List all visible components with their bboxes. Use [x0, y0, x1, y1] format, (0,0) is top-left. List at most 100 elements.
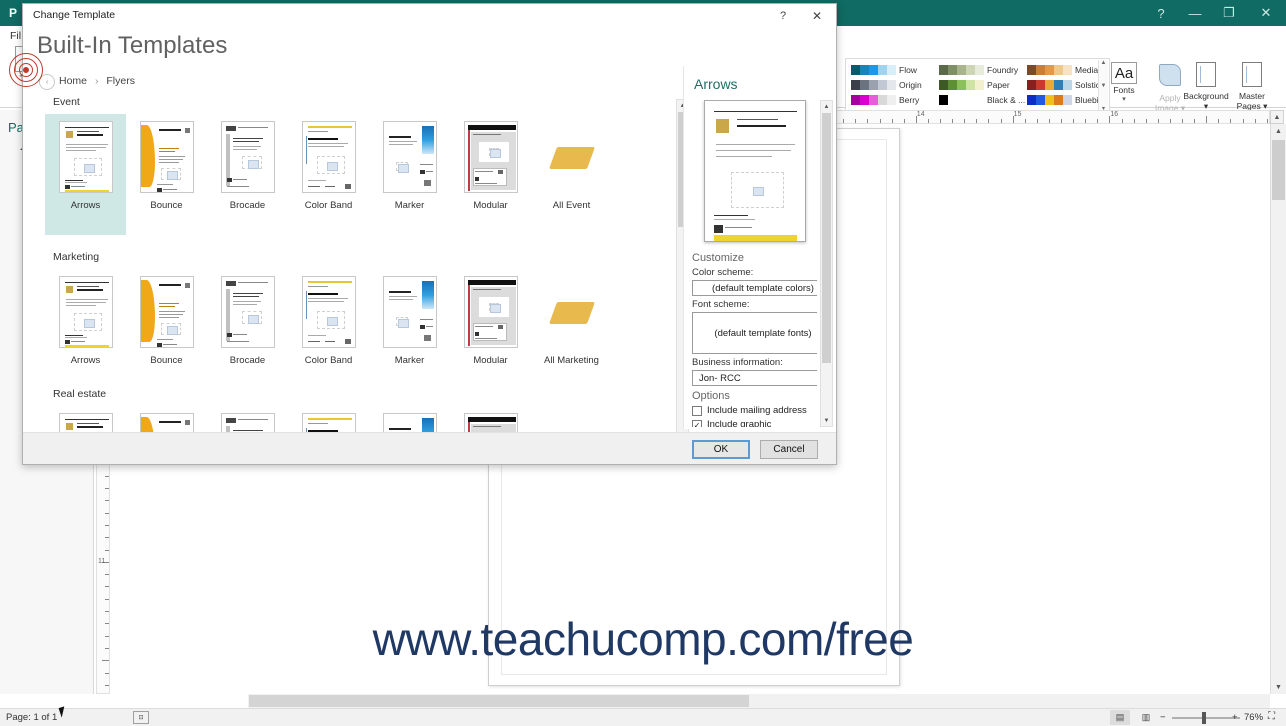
- template-tile[interactable]: Brocade: [207, 114, 288, 235]
- preview-scroll-thumb[interactable]: [822, 113, 831, 363]
- scheme-item[interactable]: Foundry: [937, 64, 1025, 75]
- breadcrumb-home[interactable]: Home: [59, 75, 87, 87]
- options-section-label: Options: [692, 390, 730, 402]
- include-mailing-address-label: Include mailing address: [707, 405, 807, 416]
- folder-icon: [548, 147, 595, 169]
- minimize-icon[interactable]: —: [1178, 0, 1212, 26]
- template-tile[interactable]: Marker: [369, 114, 450, 235]
- business-information-select[interactable]: Jon- RCC ⌄: [692, 370, 817, 386]
- ok-button[interactable]: OK: [692, 440, 750, 459]
- zoom-out-button[interactable]: −: [1160, 712, 1166, 723]
- scheme-name: Berry: [899, 94, 920, 105]
- scroll-up-icon[interactable]: ▲: [1271, 124, 1286, 138]
- checkbox-box-checked: ✓: [692, 419, 702, 427]
- scheme-swatch: [1027, 79, 1072, 90]
- scheme-name: Flow: [899, 64, 917, 75]
- zoom-slider-thumb[interactable]: [1202, 712, 1206, 724]
- zoom-slider-track[interactable]: [1172, 717, 1240, 719]
- scheme-gallery[interactable]: Flow Foundry Median Origin Paper Solstice Berr…: [845, 58, 1110, 114]
- preview-title: Arrows: [694, 76, 738, 92]
- preview-scroll-up-icon[interactable]: ▲: [821, 101, 832, 112]
- scheme-item[interactable]: Berry: [849, 94, 937, 105]
- view-master-button[interactable]: ▥: [1136, 710, 1156, 725]
- dialog-title-bar: Change Template ? ✕: [23, 4, 836, 26]
- scheme-item[interactable]: Black & ...: [937, 94, 1025, 105]
- zoom-in-button[interactable]: +: [1232, 712, 1238, 723]
- color-scheme-value: (default template colors): [712, 282, 814, 294]
- scheme-scroll-down-icon[interactable]: ▼: [1101, 83, 1107, 89]
- template-thumbnail: [382, 276, 437, 348]
- color-scheme-select[interactable]: (default template colors) ⌄: [692, 280, 817, 296]
- fonts-button[interactable]: Aa Fonts ▾: [1108, 62, 1140, 103]
- scheme-scroll-up-icon[interactable]: ▲: [1101, 60, 1107, 66]
- scroll-down-icon[interactable]: ▼: [1271, 680, 1286, 694]
- fonts-icon: Aa: [1111, 62, 1137, 84]
- template-tile[interactable]: Arrows: [45, 114, 126, 235]
- scheme-item[interactable]: Paper: [937, 79, 1025, 90]
- template-tile[interactable]: Bounce: [126, 114, 207, 235]
- template-thumbnail: [58, 276, 113, 348]
- template-tile-label: Brocade: [229, 355, 266, 366]
- object-position-icon[interactable]: ⊡: [133, 711, 149, 724]
- cancel-button[interactable]: Cancel: [760, 440, 818, 459]
- horizontal-scroll-thumb[interactable]: [249, 695, 749, 707]
- template-tile[interactable]: Marker: [369, 269, 450, 372]
- view-normal-button[interactable]: ▤: [1110, 710, 1130, 725]
- background-label: Background ▾: [1183, 91, 1229, 111]
- restore-icon[interactable]: ❐: [1212, 0, 1246, 26]
- scheme-row: Berry Black & ... Bluebird: [849, 92, 1113, 107]
- ruler-scroll-up-icon[interactable]: ▲: [1270, 110, 1284, 124]
- template-tile-label: Arrows: [70, 355, 101, 366]
- fit-page-icon[interactable]: ⛶: [1268, 711, 1275, 722]
- scheme-swatch: [939, 79, 984, 90]
- dialog-help-icon[interactable]: ?: [770, 7, 796, 25]
- template-tile[interactable]: Arrows: [45, 269, 126, 372]
- business-information-value: Jon- RCC: [699, 372, 741, 384]
- dialog-heading: Built-In Templates: [37, 32, 228, 59]
- master-pages-button[interactable]: Master Pages ▾: [1226, 62, 1278, 112]
- scheme-row: Flow Foundry Median: [849, 62, 1113, 77]
- dialog-close-icon[interactable]: ✕: [804, 7, 830, 25]
- preview-scroll-down-icon[interactable]: ▼: [821, 415, 832, 426]
- template-thumbnail: [545, 276, 599, 348]
- template-thumbnail: [463, 276, 518, 348]
- template-tile-label: Bounce: [150, 355, 183, 366]
- include-graphic-label: Include graphic: [707, 419, 772, 427]
- scheme-swatch: [1027, 64, 1072, 75]
- background-icon: [1191, 62, 1221, 90]
- scheme-gallery-scrollbar[interactable]: ▲ ▼ ▾: [1098, 60, 1108, 112]
- template-tile[interactable]: All Marketing: [531, 269, 612, 372]
- include-graphic-checkbox[interactable]: ✓ Include graphic: [692, 419, 817, 427]
- template-gallery[interactable]: Event Arrows Bounce Brocade Color Band Marker…: [37, 96, 675, 441]
- help-icon[interactable]: ?: [1144, 0, 1178, 26]
- scheme-item[interactable]: Origin: [849, 79, 937, 90]
- background-button[interactable]: Background ▾: [1180, 62, 1232, 112]
- scheme-swatch: [851, 79, 896, 90]
- scheme-item[interactable]: Flow: [849, 64, 937, 75]
- template-tile-label: Color Band: [304, 355, 353, 366]
- scheme-swatch: [939, 94, 984, 105]
- ruler-label: 11: [98, 557, 106, 565]
- preview-scrollbar[interactable]: ▲ ▼: [820, 100, 833, 427]
- template-tile[interactable]: Color Band: [288, 114, 369, 235]
- canvas-horizontal-scrollbar[interactable]: [248, 694, 1270, 708]
- template-preview-panel: Arrows Customize Color scheme: (default …: [683, 66, 835, 429]
- breadcrumb-current[interactable]: Flyers: [106, 75, 135, 87]
- template-tile[interactable]: Modular: [450, 114, 531, 235]
- template-tile[interactable]: Modular: [450, 269, 531, 372]
- gallery-group-title: Real estate: [53, 388, 107, 400]
- canvas-vertical-scrollbar[interactable]: ▲ ▼: [1270, 124, 1286, 694]
- template-tile[interactable]: Brocade: [207, 269, 288, 372]
- template-tile[interactable]: Color Band: [288, 269, 369, 372]
- close-icon[interactable]: ✕: [1246, 0, 1286, 26]
- breadcrumb-back-icon[interactable]: ‹: [39, 74, 55, 90]
- template-tile-label: Color Band: [304, 200, 353, 211]
- vertical-scroll-thumb[interactable]: [1272, 140, 1285, 200]
- template-tile[interactable]: All Event: [531, 114, 612, 235]
- fonts-dropdown-icon[interactable]: ▾: [1108, 95, 1140, 103]
- template-tile[interactable]: Bounce: [126, 269, 207, 372]
- tab-file[interactable]: Fil: [10, 30, 21, 42]
- gallery-group-title: Marketing: [53, 251, 100, 263]
- font-scheme-select[interactable]: (default template fonts) ⌄: [692, 312, 817, 354]
- include-mailing-address-checkbox[interactable]: Include mailing address: [692, 405, 817, 416]
